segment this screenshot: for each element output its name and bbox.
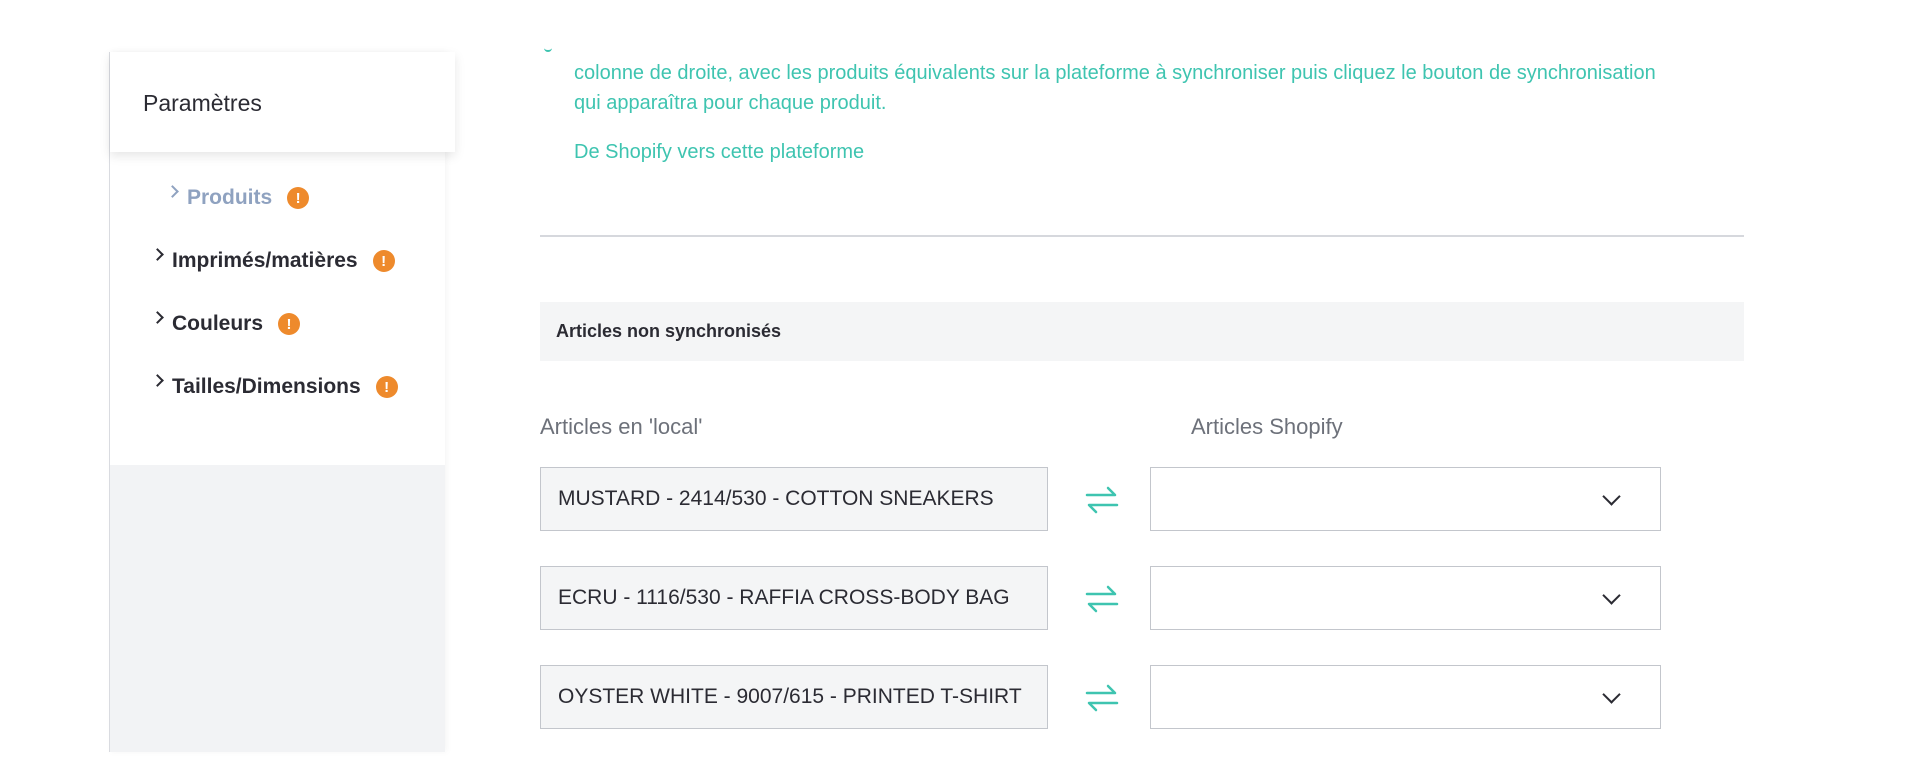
chevron-down-icon [1602,586,1621,605]
bullet-icon [544,44,552,52]
shopify-article-select[interactable] [1150,665,1661,729]
shopify-to-platform-link[interactable]: De Shopify vers cette plateforme [574,141,864,164]
chevron-down-icon [1602,487,1621,506]
sync-arrows-icon[interactable] [1084,581,1120,617]
section-header: Articles non synchronisés [540,302,1744,361]
page: Paramètres Produits ! Imprimés/matières … [0,0,1920,782]
section-title: Articles non synchronisés [556,321,782,341]
local-article-field: MUSTARD - 2414/530 - COTTON SNEAKERS [540,467,1048,531]
chevron-down-icon [1602,685,1621,704]
shopify-article-select[interactable] [1150,467,1661,531]
intro-text: colonne de droite, avec les produits équ… [574,62,1656,114]
local-article-field: OYSTER WHITE - 9007/615 - PRINTED T-SHIR… [540,665,1048,729]
shopify-article-select[interactable] [1150,566,1661,630]
column-header-local: Articles en 'local' [540,414,703,439]
sync-arrows-icon[interactable] [1084,482,1120,518]
local-article-field: ECRU - 1116/530 - RAFFIA CROSS-BODY BAG [540,566,1048,630]
sidebar-header: Paramètres [110,52,455,152]
sync-arrows-icon[interactable] [1084,680,1120,716]
sidebar-title: Paramètres [143,90,262,116]
column-header-shopify: Articles Shopify [1191,414,1343,439]
divider [540,235,1744,237]
